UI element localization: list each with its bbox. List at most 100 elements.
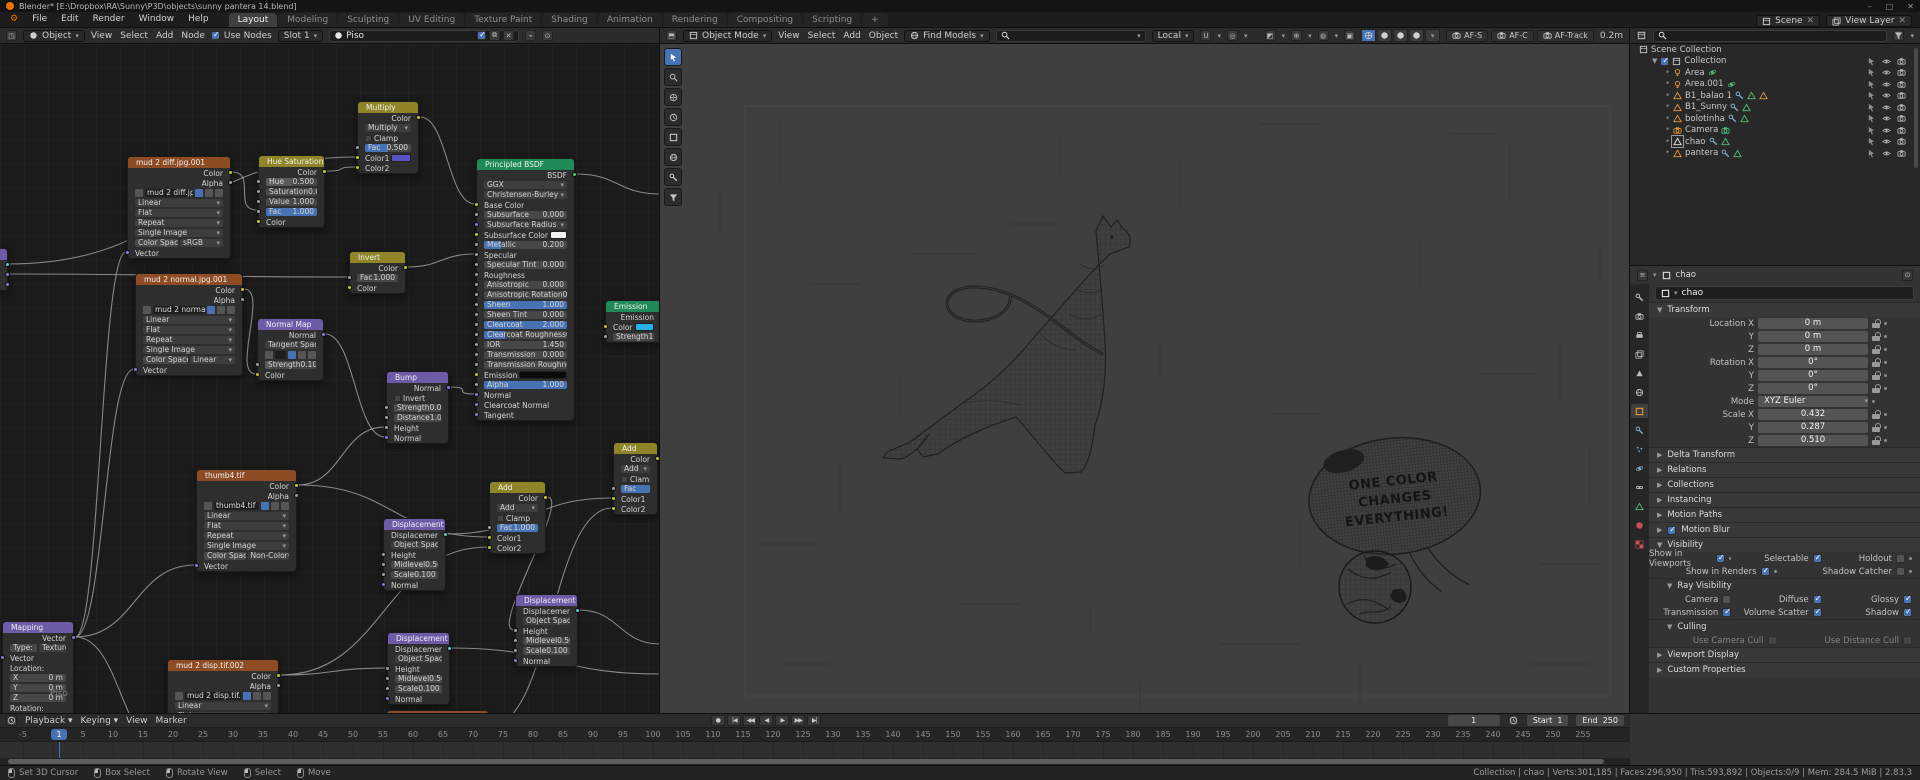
node-header[interactable]: Bump xyxy=(387,372,448,383)
output-socket[interactable] xyxy=(240,297,245,302)
image-icon[interactable] xyxy=(204,502,212,510)
input-socket[interactable] xyxy=(474,212,479,217)
panel-viewport-display[interactable]: ▶ Viewport Display xyxy=(1649,647,1920,662)
tool-rotate-button[interactable] xyxy=(664,108,682,126)
tab-world[interactable] xyxy=(1631,385,1648,399)
dropdown[interactable]: Texture▾ xyxy=(39,644,66,652)
fake-user-toggle[interactable] xyxy=(288,351,296,359)
input-socket[interactable] xyxy=(474,312,479,317)
selectable-toggle-icon[interactable] xyxy=(1867,91,1876,100)
shader-menu-add[interactable]: Add xyxy=(156,31,173,41)
timeline-menu-marker[interactable]: Marker xyxy=(156,716,187,726)
checkbox-camera[interactable] xyxy=(1722,595,1732,604)
next-keyframe-button[interactable]: ▶▶ xyxy=(791,715,806,726)
unlink-button[interactable] xyxy=(227,306,235,314)
copy-material-button[interactable]: ⧉ xyxy=(489,30,501,41)
selectable-toggle-icon[interactable] xyxy=(1867,103,1876,112)
node-header[interactable]: Displacement xyxy=(388,633,449,644)
timeline-menu-view[interactable]: View xyxy=(126,716,147,726)
value-field[interactable]: 0 m xyxy=(1758,344,1868,355)
node-row-tangent-space[interactable]: Tangent Space▾ xyxy=(258,340,323,350)
xray-toggle-icon[interactable]: ▣ xyxy=(1344,30,1356,41)
input-socket[interactable] xyxy=(474,372,479,377)
node-row-mud-2-normal-jpg-0[interactable]: mud 2 normal.jpg.0 xyxy=(136,305,242,315)
input-socket[interactable] xyxy=(384,415,389,420)
checkbox-diffuse[interactable] xyxy=(1812,594,1822,604)
lock-icon[interactable] xyxy=(1872,436,1881,445)
node-row-transmission-roughness[interactable]: Transmission Roughness0.000 xyxy=(474,360,574,370)
outliner[interactable]: Scene Collection ▼ Collection • Area • Area.00… xyxy=(1630,44,1920,266)
timeline-scrollbar[interactable] xyxy=(0,758,1630,765)
shader-node-editor[interactable]: mud 2 diff.jpg.001 Color Alpha mud 2 diff.j… xyxy=(0,44,660,713)
af-button-af-s[interactable]: AF-S xyxy=(1446,29,1489,42)
node-row-subsurface[interactable]: Subsurface 0.000 xyxy=(474,210,574,220)
input-socket[interactable] xyxy=(347,285,352,290)
node-row-x[interactable]: X0 m xyxy=(3,673,73,683)
jump-end-button[interactable]: ▶| xyxy=(807,715,822,726)
output-socket[interactable] xyxy=(575,608,580,613)
node-row-saturation[interactable]: Saturation0.000 xyxy=(256,187,324,197)
image-icon[interactable] xyxy=(265,351,273,359)
checkbox-transmission[interactable] xyxy=(1722,607,1732,617)
input-socket[interactable] xyxy=(381,552,386,557)
input-socket[interactable] xyxy=(513,648,518,653)
expand-arrow[interactable]: ▼ xyxy=(1652,57,1657,65)
node-row-fac[interactable]: Fac 1.000 xyxy=(256,207,324,217)
node-mapping[interactable]: MappingVectorType:Texture▾VectorLocation… xyxy=(0,621,76,713)
node-row-clearcoat[interactable]: Clearcoat 2.000 xyxy=(474,320,574,330)
color-swatch[interactable] xyxy=(391,154,411,162)
render-toggle-icon[interactable] xyxy=(1897,80,1906,89)
animate-dot[interactable] xyxy=(1884,426,1887,429)
animate-dot[interactable] xyxy=(1884,374,1887,377)
output-socket[interactable] xyxy=(5,262,10,267)
menu-file[interactable]: File xyxy=(26,12,53,26)
panther-wireframe[interactable] xyxy=(881,214,1131,474)
node-header[interactable] xyxy=(0,249,7,260)
mode-dropdown[interactable]: Object Mode ▾ xyxy=(683,29,773,42)
input-socket[interactable] xyxy=(474,392,479,397)
node-header[interactable]: Add xyxy=(490,482,545,493)
tab-scene[interactable] xyxy=(1631,366,1648,380)
outliner-row-pantera[interactable]: • pantera xyxy=(1630,148,1920,160)
minimize-button[interactable]: – xyxy=(1868,2,1872,11)
node-img_disp[interactable]: mud 2 disp.tif.002 Color Alpha mud 2 disp.t… xyxy=(167,659,281,713)
value-slider[interactable]: Transmission Roughness0.000 xyxy=(484,361,567,369)
output-socket[interactable] xyxy=(276,683,281,688)
value-field[interactable]: 0° xyxy=(1758,383,1868,394)
node-row-fac[interactable]: Fac 1.000 xyxy=(487,523,545,533)
disclosure-dot[interactable]: • xyxy=(1665,102,1670,112)
node-row-sheen[interactable]: Sheen 1.000 xyxy=(474,300,574,310)
value-slider[interactable]: Strength0.100 xyxy=(265,361,316,369)
input-socket[interactable] xyxy=(256,199,261,204)
tab-particles[interactable] xyxy=(1631,442,1648,456)
output-socket[interactable] xyxy=(321,332,326,337)
node-row-color-space[interactable]: Color Space Linear ▾ xyxy=(136,355,242,365)
input-socket[interactable] xyxy=(384,425,389,430)
input-socket[interactable] xyxy=(513,658,518,663)
value-slider[interactable]: Scale 0.100 xyxy=(391,571,438,579)
viewport-menu-view[interactable]: View xyxy=(778,31,799,41)
node-row-fac[interactable]: Fac 1.000 xyxy=(347,273,405,283)
input-socket[interactable] xyxy=(381,582,386,587)
copy-button[interactable] xyxy=(253,692,261,700)
output-socket[interactable] xyxy=(276,673,281,678)
node-row-scale[interactable]: Scale 0.100 xyxy=(385,684,449,694)
motion-blur-checkbox[interactable] xyxy=(1667,525,1677,535)
selectable-toggle-icon[interactable] xyxy=(1867,149,1876,158)
tool-select-button[interactable] xyxy=(664,48,682,66)
tab-modeling[interactable]: Modeling xyxy=(278,13,338,27)
render-toggle-icon[interactable] xyxy=(1897,114,1906,123)
input-socket[interactable] xyxy=(381,562,386,567)
output-socket[interactable] xyxy=(240,287,245,292)
input-socket[interactable] xyxy=(487,545,492,550)
node-row-object-space[interactable]: Object Space▾ xyxy=(516,616,577,626)
dropdown[interactable]: Linear ▾ xyxy=(190,356,235,364)
unlink-button[interactable] xyxy=(308,351,316,359)
node-row-clearcoat-roughness[interactable]: Clearcoat Roughness0.250 xyxy=(474,330,574,340)
node-add_m[interactable]: Add Color Add ▾ Clamp Fac 1.000 Color1 Color2 xyxy=(487,481,548,554)
input-socket[interactable] xyxy=(474,202,479,207)
node-row-linear[interactable]: Linear ▾ xyxy=(168,701,278,711)
editor-type-icon[interactable]: ◳ xyxy=(6,30,17,41)
output-socket[interactable] xyxy=(543,495,548,500)
value-field[interactable]: 0.287 xyxy=(1758,422,1868,433)
